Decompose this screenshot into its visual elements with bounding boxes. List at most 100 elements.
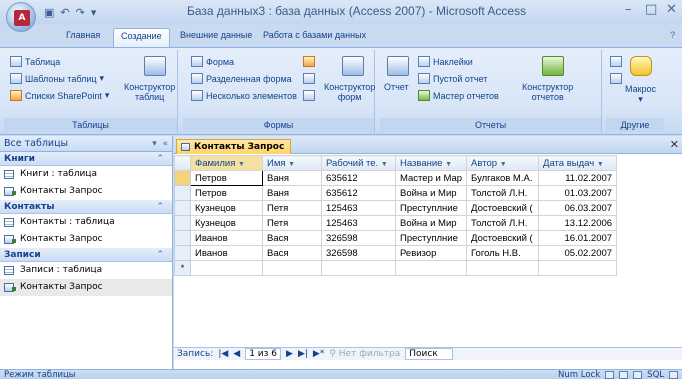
current-record-field[interactable]: 1 из 6 <box>245 348 282 360</box>
report-wizard-button[interactable]: Мастер отчетов <box>418 90 499 101</box>
pivot-table-view-icon[interactable] <box>619 371 629 379</box>
query-designer-icon[interactable] <box>610 73 622 84</box>
column-filter-icon[interactable]: ▼ <box>500 161 507 168</box>
table-cell[interactable]: Ревизор <box>394 245 468 261</box>
table-row[interactable]: Петров Ваня 635612 Мастер и Мар Булгаков… <box>174 170 618 186</box>
table-cell[interactable]: Ваня <box>262 170 322 186</box>
close-button[interactable]: ✕ <box>666 2 677 17</box>
column-filter-icon[interactable]: ▼ <box>288 161 295 168</box>
blank-form-icon[interactable] <box>303 73 315 84</box>
table-cell[interactable]: 326598 <box>321 245 396 261</box>
table-cell[interactable]: 326598 <box>321 230 396 246</box>
column-filter-icon[interactable]: ▼ <box>238 161 245 168</box>
column-filter-icon[interactable]: ▼ <box>445 161 452 168</box>
search-input[interactable]: Поиск <box>405 348 454 360</box>
table-cell[interactable]: Достоевский ( <box>466 200 540 216</box>
table-cell[interactable]: Преступлние <box>394 230 468 246</box>
table-cell[interactable]: Достоевский ( <box>466 230 540 246</box>
column-header[interactable]: Имя ▼ <box>262 155 322 171</box>
select-all-corner[interactable] <box>174 155 191 171</box>
macro-button[interactable]: Макрос ▾ <box>625 84 656 104</box>
close-document-icon[interactable]: ✕ <box>670 138 679 151</box>
multiple-items-button[interactable]: Несколько элементов <box>191 90 297 101</box>
table-button[interactable]: Таблица <box>10 56 60 67</box>
design-view-icon[interactable] <box>669 371 678 379</box>
table-cell[interactable]: Вася <box>262 230 322 246</box>
form-designer-button[interactable]: Конструктор форм <box>324 82 375 102</box>
tab-external-data[interactable]: Внешние данные <box>180 30 252 46</box>
nav-header[interactable]: Все таблицы ▾ « <box>0 136 172 152</box>
table-cell[interactable]: Война и Мир <box>394 185 468 201</box>
table-cell[interactable] <box>394 260 468 276</box>
table-designer-button[interactable]: Конструктор таблиц <box>124 82 175 102</box>
table-cell[interactable]: Кузнецов <box>190 215 263 231</box>
table-cell[interactable]: Вася <box>262 245 322 261</box>
sql-view-button[interactable]: SQL <box>647 370 664 379</box>
table-cell[interactable]: 635612 <box>321 185 396 201</box>
table-cell[interactable] <box>466 260 540 276</box>
help-icon[interactable]: ? <box>670 30 675 46</box>
table-cell[interactable]: 16.01.2007 <box>538 230 618 246</box>
nav-item-records-table[interactable]: Записи : таблица <box>0 262 172 279</box>
customize-qat-icon[interactable]: ▾ <box>91 6 97 19</box>
column-header[interactable]: Дата выдач ▼ <box>538 155 618 171</box>
table-cell[interactable]: Толстой Л.Н. <box>466 185 540 201</box>
datasheet-view-icon[interactable] <box>605 371 615 379</box>
maximize-button[interactable]: □ <box>645 2 657 17</box>
nav-item-contacts-query[interactable]: Контакты Запрос <box>0 231 172 248</box>
table-cell[interactable]: Иванов <box>190 245 263 261</box>
table-cell[interactable]: Иванов <box>190 230 263 246</box>
table-cell[interactable] <box>190 260 263 276</box>
previous-record-icon[interactable]: ◀ <box>233 349 240 359</box>
first-record-icon[interactable]: |◀ <box>218 349 228 359</box>
report-button[interactable]: Отчет <box>384 82 409 92</box>
nav-item-contacts-table[interactable]: Контакты : таблица <box>0 214 172 231</box>
table-cell[interactable]: Кузнецов <box>190 200 263 216</box>
collapse-group-icon[interactable]: ⌃ <box>156 248 164 262</box>
nav-group-books[interactable]: Книги ⌃ <box>0 152 172 166</box>
column-filter-icon[interactable]: ▼ <box>597 161 604 168</box>
column-header[interactable]: Рабочий те. ▼ <box>321 155 396 171</box>
query-wizard-icon[interactable] <box>610 56 622 67</box>
record-selector[interactable] <box>174 185 191 201</box>
record-selector[interactable] <box>174 200 191 216</box>
column-header[interactable]: Фамилия ▼ <box>190 155 263 171</box>
pivot-chart-icon[interactable] <box>303 56 315 67</box>
record-selector[interactable] <box>174 215 191 231</box>
new-record-marker[interactable]: * <box>174 260 191 276</box>
tab-home[interactable]: Главная <box>66 30 100 46</box>
save-icon[interactable]: ▣ <box>44 6 54 19</box>
table-row[interactable]: Иванов Вася 326598 Ревизор Гоголь Н.В. 0… <box>174 245 618 261</box>
report-designer-button[interactable]: Конструктор отчетов <box>522 82 573 102</box>
table-cell[interactable] <box>538 260 618 276</box>
table-cell[interactable]: Петя <box>262 215 322 231</box>
new-record-row[interactable]: * <box>174 260 618 276</box>
table-cell[interactable]: Ваня <box>262 185 322 201</box>
labels-button[interactable]: Наклейки <box>418 56 473 67</box>
office-button[interactable]: A <box>6 2 36 32</box>
column-header[interactable]: Название ▼ <box>394 155 468 171</box>
nav-item-contacts-query[interactable]: Контакты Запрос <box>0 279 172 296</box>
record-selector[interactable] <box>174 230 191 246</box>
column-header[interactable]: Автор ▼ <box>466 155 540 171</box>
last-record-icon[interactable]: ▶| <box>298 349 308 359</box>
table-cell[interactable]: Мастер и Мар <box>394 170 468 186</box>
table-row[interactable]: Петров Ваня 635612 Война и Мир Толстой Л… <box>174 185 618 201</box>
table-cell[interactable]: 05.02.2007 <box>538 245 618 261</box>
nav-menu-and-collapse-icon[interactable]: ▾ « <box>152 136 168 152</box>
table-cell[interactable]: Петя <box>262 200 322 216</box>
table-cell[interactable]: Толстой Л.Н. <box>466 215 540 231</box>
nav-group-records[interactable]: Записи ⌃ <box>0 248 172 262</box>
new-record-icon[interactable]: ▶* <box>313 349 324 359</box>
tab-create[interactable]: Создание <box>113 28 170 48</box>
table-cell[interactable]: 11.02.2007 <box>538 170 618 186</box>
nav-group-contacts[interactable]: Контакты ⌃ <box>0 200 172 214</box>
table-templates-button[interactable]: Шаблоны таблиц ▾ <box>10 73 104 84</box>
table-cell[interactable] <box>262 260 322 276</box>
form-button[interactable]: Форма <box>191 56 234 67</box>
sharepoint-lists-button[interactable]: Списки SharePoint ▾ <box>10 90 109 101</box>
split-form-button[interactable]: Разделенная форма <box>191 73 292 84</box>
record-selector[interactable] <box>174 170 191 186</box>
table-row[interactable]: Иванов Вася 326598 Преступлние Достоевск… <box>174 230 618 246</box>
nav-item-contacts-query[interactable]: Контакты Запрос <box>0 183 172 200</box>
